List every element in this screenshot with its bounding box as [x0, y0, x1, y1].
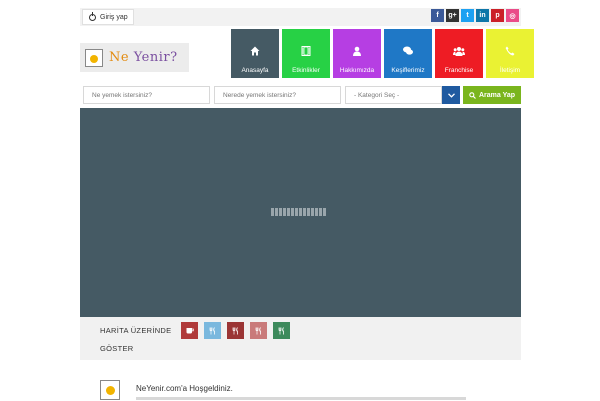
loading-indicator [271, 208, 326, 216]
nav-item-franchise[interactable]: Franchise [435, 29, 483, 78]
user-icon [353, 46, 361, 56]
welcome-title: NeYenir.com'a Hoşgeldiniz. [136, 384, 233, 393]
location-search-input[interactable] [223, 91, 340, 99]
food-search-input[interactable] [92, 91, 209, 99]
group-icon [453, 47, 465, 56]
nav-label: İletişim [499, 67, 521, 74]
welcome-section: NeYenir.com'a Hoşgeldiniz. [80, 360, 521, 400]
nav-item-hakkimizda[interactable]: Hakkımızda [333, 29, 381, 78]
location-search-field[interactable] [214, 86, 341, 104]
map-filter-bar: HARİTA ÜZERİNDE GÖSTER [80, 317, 521, 360]
logo-text: Ne Yenir? [109, 50, 178, 65]
map-canvas[interactable] [80, 108, 521, 317]
nav-label: Etkinlikler [292, 67, 320, 74]
nav-label: Anasayfa [241, 67, 269, 74]
facebook-icon[interactable]: f [431, 9, 444, 22]
nav-label: Hakkımızda [339, 67, 375, 74]
search-button[interactable]: Arama Yap [463, 86, 521, 104]
category-filter-cafe[interactable] [181, 322, 198, 339]
filter-label: HARİTA ÜZERİNDE [100, 326, 172, 335]
nav-item-kesiflerimiz[interactable]: Keşiflerimiz [384, 29, 432, 78]
chat-icon [403, 46, 413, 55]
plate-icon [85, 48, 103, 67]
google-plus-icon[interactable]: g+ [446, 9, 459, 22]
power-icon [89, 12, 96, 21]
twitter-icon[interactable]: t [461, 9, 474, 22]
login-label: Giriş yap [100, 13, 128, 21]
film-icon [301, 46, 311, 56]
cutlery-icon [255, 326, 261, 334]
linkedin-icon[interactable]: in [476, 9, 489, 22]
login-button[interactable]: Giriş yap [82, 9, 134, 25]
search-button-label: Arama Yap [478, 91, 516, 99]
welcome-text-clipped [136, 397, 516, 401]
nav-item-anasayfa[interactable]: Anasayfa [231, 29, 279, 78]
nav-item-etkinlikler[interactable]: Etkinlikler [282, 29, 330, 78]
social-links: f g+ t in p ◎ [431, 9, 519, 22]
category-select[interactable]: - Kategori Seç - [345, 86, 442, 104]
search-bar: - Kategori Seç - Arama Yap [80, 86, 521, 104]
food-search-field[interactable] [83, 86, 210, 104]
search-icon [469, 91, 476, 99]
category-filter-restaurant[interactable] [250, 322, 267, 339]
category-dropdown-toggle[interactable] [442, 86, 460, 104]
category-filter-restaurant[interactable] [273, 322, 290, 339]
nav-item-iletisim[interactable]: İletişim [486, 29, 534, 78]
cutlery-icon [232, 326, 238, 334]
phone-icon [505, 46, 515, 56]
pinterest-icon[interactable]: p [491, 9, 504, 22]
logo-text-yenir: Yenir? [133, 50, 178, 65]
cup-icon [186, 328, 194, 334]
logo-text-ne: Ne [109, 50, 130, 65]
cutlery-icon [278, 326, 284, 334]
cutlery-icon [209, 326, 215, 334]
filter-label-continued: GÖSTER [100, 344, 134, 353]
site-logo[interactable]: Ne Yenir? [80, 43, 189, 72]
top-bar: Giriş yap f g+ t in p ◎ [80, 8, 521, 26]
nav-label: Franchise [444, 67, 474, 74]
main-nav: Anasayfa Etkinlikler Hakkımızda Keşifler… [231, 29, 534, 78]
nav-label: Keşiflerimiz [391, 67, 425, 74]
dribbble-icon[interactable]: ◎ [506, 9, 519, 22]
page-container: Giriş yap f g+ t in p ◎ Ne Yenir? Anasay… [80, 0, 534, 400]
map-category-filters [181, 322, 290, 339]
category-select-value: - Kategori Seç - [354, 91, 400, 99]
home-icon [250, 46, 260, 56]
chevron-down-icon [447, 92, 455, 98]
category-filter-restaurant[interactable] [204, 322, 221, 339]
plate-icon [100, 380, 120, 400]
category-filter-restaurant[interactable] [227, 322, 244, 339]
